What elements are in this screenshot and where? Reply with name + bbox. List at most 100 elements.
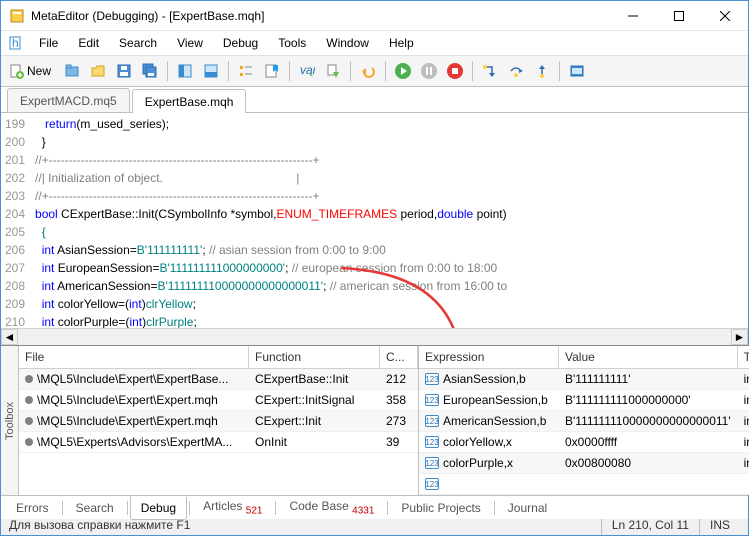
- toolbox-tab-journal[interactable]: Journal: [497, 496, 558, 520]
- menu-window[interactable]: Window: [316, 33, 379, 53]
- insert-var-button[interactable]: var: [295, 59, 319, 83]
- watch-header-expr[interactable]: Expression: [419, 346, 559, 368]
- code-line[interactable]: int AsianSession=B'111111111'; // asian …: [35, 241, 744, 259]
- menu-help[interactable]: Help: [379, 33, 424, 53]
- step-over-button[interactable]: [504, 59, 528, 83]
- watch-row[interactable]: 123AmericanSession,bB'111111110000000000…: [419, 411, 749, 432]
- code-line[interactable]: }: [35, 133, 744, 151]
- watch-row[interactable]: 123colorYellow,x0x0000ffffint: [419, 432, 749, 453]
- bookmark-button[interactable]: [260, 59, 284, 83]
- callstack-header-line[interactable]: C...: [380, 346, 418, 368]
- menu-tools[interactable]: Tools: [268, 33, 316, 53]
- watch-header-type[interactable]: Type: [738, 346, 749, 368]
- minimize-button[interactable]: [610, 1, 656, 31]
- undo-button[interactable]: [356, 59, 380, 83]
- code-line[interactable]: //| Initialization of object. |: [35, 169, 744, 187]
- open-button[interactable]: [86, 59, 110, 83]
- toolbar-sep: [559, 61, 560, 81]
- stack-func: CExpertBase::Init: [249, 370, 380, 388]
- line-gutter: 199200201202203204205206207208209210211: [1, 113, 31, 328]
- code-line[interactable]: bool CExpertBase::Init(CSymbolInfo *symb…: [35, 205, 744, 223]
- code-line[interactable]: //+-------------------------------------…: [35, 151, 744, 169]
- code-editor[interactable]: 199200201202203204205206207208209210211 …: [1, 113, 748, 328]
- navigator-button[interactable]: [173, 59, 197, 83]
- code-line[interactable]: int colorPurple=(int)clrPurple;: [35, 313, 744, 328]
- toolbox-tab-public-projects[interactable]: Public Projects: [390, 496, 491, 520]
- watch-row-empty[interactable]: 123: [419, 474, 749, 495]
- line-number: 203: [5, 187, 25, 205]
- stack-file: \MQL5\Include\Expert\Expert.mqh: [37, 393, 218, 407]
- callstack-header-func[interactable]: Function: [249, 346, 380, 368]
- line-number: 207: [5, 259, 25, 277]
- new-button[interactable]: New: [5, 59, 58, 83]
- toolbox-tabs: ErrorsSearchDebugArticles 521Code Base 4…: [1, 495, 748, 519]
- horizontal-scrollbar[interactable]: ◄ ►: [1, 328, 748, 345]
- scroll-left-icon[interactable]: ◄: [1, 329, 18, 345]
- code-line[interactable]: int colorYellow=(int)clrYellow;: [35, 295, 744, 313]
- callstack-body[interactable]: \MQL5\Include\Expert\ExpertBase...CExper…: [19, 369, 418, 495]
- watch-row[interactable]: 123EuropeanSession,bB'111111111000000000…: [419, 390, 749, 411]
- line-number: 201: [5, 151, 25, 169]
- callstack-header-file[interactable]: File: [19, 346, 249, 368]
- menu-file[interactable]: File: [29, 33, 68, 53]
- menu-edit[interactable]: Edit: [68, 33, 109, 53]
- line-number: 210: [5, 313, 25, 328]
- new-project-button[interactable]: [60, 59, 84, 83]
- save-all-button[interactable]: [138, 59, 162, 83]
- list-func-button[interactable]: [234, 59, 258, 83]
- stack-func: OnInit: [249, 433, 380, 451]
- code-content[interactable]: return(m_used_series); }//+-------------…: [31, 113, 748, 328]
- callstack-row[interactable]: \MQL5\Experts\Advisors\ExpertMA...OnInit…: [19, 432, 418, 453]
- compile-button[interactable]: [321, 59, 345, 83]
- toolbar-sep: [350, 61, 351, 81]
- stack-dot-icon: [25, 396, 33, 404]
- toolbox-tab-debug[interactable]: Debug: [130, 496, 187, 520]
- step-into-button[interactable]: [478, 59, 502, 83]
- watch-expr: colorYellow,x: [443, 435, 512, 449]
- code-line[interactable]: return(m_used_series);: [35, 115, 744, 133]
- toolbox-button[interactable]: [199, 59, 223, 83]
- debug-stop-button[interactable]: [443, 59, 467, 83]
- save-button[interactable]: [112, 59, 136, 83]
- callstack-row[interactable]: \MQL5\Include\Expert\Expert.mqhCExpert::…: [19, 390, 418, 411]
- code-line[interactable]: //+-------------------------------------…: [35, 187, 744, 205]
- watch-row[interactable]: 123colorPurple,x0x00800080int: [419, 453, 749, 474]
- maximize-button[interactable]: [656, 1, 702, 31]
- tab-expertbase[interactable]: ExpertBase.mqh: [132, 89, 247, 113]
- menu-debug[interactable]: Debug: [213, 33, 268, 53]
- toolbox-tab-articles[interactable]: Articles 521: [192, 494, 273, 521]
- watch-type: int: [738, 391, 749, 409]
- watch-body[interactable]: 123AsianSession,bB'111111111'int123Europ…: [419, 369, 749, 495]
- callstack-row[interactable]: \MQL5\Include\Expert\Expert.mqhCExpert::…: [19, 411, 418, 432]
- menu-search[interactable]: Search: [109, 33, 167, 53]
- toolbox-tab-search[interactable]: Search: [65, 496, 125, 520]
- callstack-pane: File Function C... \MQL5\Include\Expert\…: [19, 346, 419, 495]
- stack-line: 39: [380, 433, 418, 451]
- document-icon: h: [7, 35, 23, 51]
- menu-view[interactable]: View: [167, 33, 213, 53]
- step-out-button[interactable]: [530, 59, 554, 83]
- toolbox-tab-errors[interactable]: Errors: [5, 496, 60, 520]
- scroll-right-icon[interactable]: ►: [731, 329, 748, 345]
- tab-expertmacd[interactable]: ExpertMACD.mq5: [7, 88, 130, 112]
- callstack-row[interactable]: \MQL5\Include\Expert\ExpertBase...CExper…: [19, 369, 418, 390]
- terminal-button[interactable]: [565, 59, 589, 83]
- close-button[interactable]: [702, 1, 748, 31]
- code-line[interactable]: int AmericanSession=B'111111110000000000…: [35, 277, 744, 295]
- toolbox-side-label[interactable]: Toolbox: [1, 346, 19, 495]
- variable-icon: 123: [425, 373, 439, 385]
- debug-pause-button[interactable]: [417, 59, 441, 83]
- line-number: 204: [5, 205, 25, 223]
- code-line[interactable]: {: [35, 223, 744, 241]
- code-line[interactable]: int EuropeanSession=B'111111111000000000…: [35, 259, 744, 277]
- watch-val: B'111111110000000000000011': [559, 412, 738, 430]
- toolbox-tab-code-base[interactable]: Code Base 4331: [278, 494, 385, 521]
- toolbar: New var: [1, 55, 748, 87]
- line-number: 199: [5, 115, 25, 133]
- watch-val: B'111111111': [559, 370, 738, 388]
- watch-row[interactable]: 123AsianSession,bB'111111111'int: [419, 369, 749, 390]
- watch-header-val[interactable]: Value: [559, 346, 738, 368]
- debug-start-button[interactable]: [391, 59, 415, 83]
- line-number: 208: [5, 277, 25, 295]
- stack-dot-icon: [25, 375, 33, 383]
